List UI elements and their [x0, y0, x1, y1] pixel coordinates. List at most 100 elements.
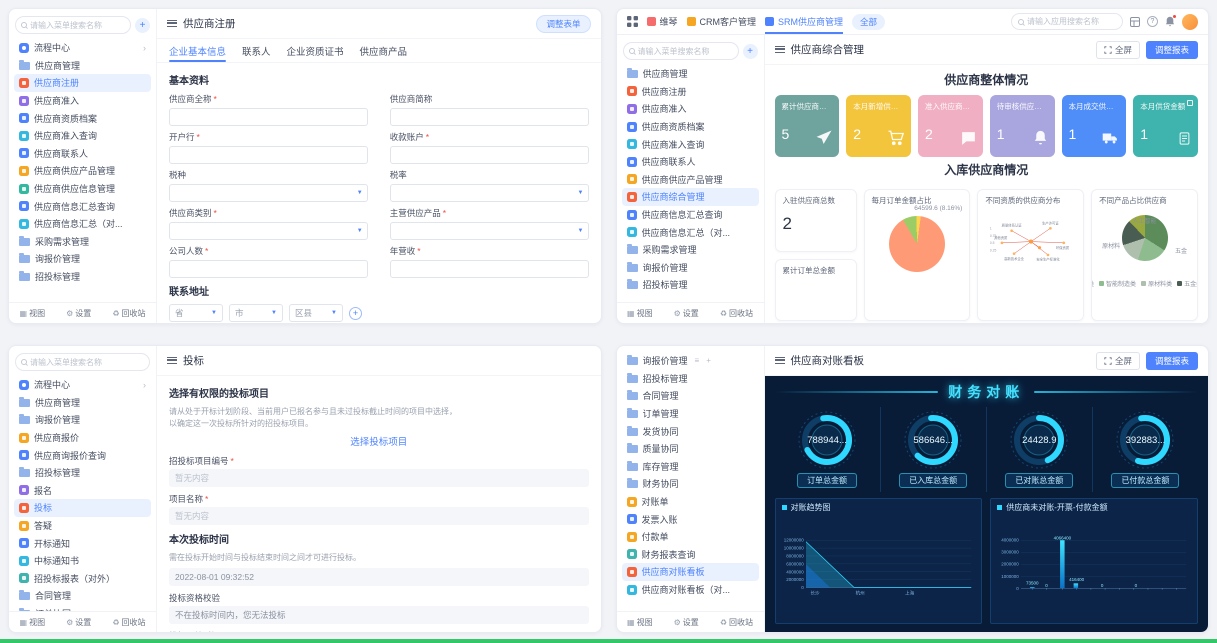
menu-toggle-icon[interactable]: [775, 357, 785, 364]
menu-toggle-icon[interactable]: [167, 20, 177, 27]
add-menu-button[interactable]: +: [135, 18, 150, 33]
tab-contacts[interactable]: 联系人: [242, 39, 271, 62]
revenue-input[interactable]: [390, 260, 589, 278]
sidebar-group-inquiry[interactable]: 询报价管理: [622, 259, 759, 277]
menu-search-input[interactable]: [30, 358, 144, 367]
sidebar-group-inventory[interactable]: 库存管理: [622, 458, 759, 476]
sidebar-item[interactable]: 财务报表查询: [622, 546, 759, 564]
help-icon[interactable]: ?: [1147, 16, 1158, 27]
sidebar-item[interactable]: 报名: [14, 482, 151, 500]
sidebar-group-order[interactable]: 订单管理: [622, 405, 759, 423]
sidebar-group-bidding[interactable]: 招投标管理: [622, 370, 759, 388]
sidebar-item[interactable]: 供应商联系人: [14, 145, 151, 163]
avatar[interactable]: [1182, 14, 1198, 30]
sidebar-item[interactable]: 供应商报价: [14, 429, 151, 447]
sidebar-item-bid[interactable]: 投标: [14, 499, 151, 517]
sidebar-group-inquiry[interactable]: 询报价管理: [14, 411, 151, 429]
settings-button[interactable]: ⚙设置: [674, 308, 699, 319]
sidebar-item[interactable]: 供应商供应产品管理: [622, 171, 759, 189]
adjust-form-button[interactable]: 调整表单: [536, 15, 590, 33]
sidebar-group-supplier[interactable]: 供应商管理: [14, 394, 151, 412]
sidebar-group-supplier[interactable]: 供应商管理: [622, 65, 759, 83]
settings-button[interactable]: ⚙设置: [66, 308, 91, 319]
sidebar-item[interactable]: 供应商信息汇总查询: [622, 206, 759, 224]
sidebar-item[interactable]: 供应商资质档案: [14, 109, 151, 127]
sidebar-item[interactable]: 供应商询报价查询: [14, 446, 151, 464]
tax-type-select[interactable]: [169, 184, 368, 202]
tax-rate-select[interactable]: [390, 184, 589, 202]
sidebar-item[interactable]: 供应商信息汇总（对...: [14, 215, 151, 233]
views-button[interactable]: ▦视图: [20, 617, 46, 628]
sidebar-group-contract[interactable]: 合同管理: [14, 587, 151, 605]
sidebar-item[interactable]: 供应商信息汇总（对...: [622, 223, 759, 241]
sidebar-item[interactable]: 答疑: [14, 517, 151, 535]
supplier-shortname-input[interactable]: [390, 108, 589, 126]
sidebar-item[interactable]: 供应商供应信息管理: [14, 180, 151, 198]
menu-more-icon[interactable]: ≡: [695, 356, 700, 365]
sidebar-item-recon-board[interactable]: 供应商对账看板: [622, 563, 759, 581]
sidebar-item[interactable]: 供应商联系人: [622, 153, 759, 171]
menu-search-input[interactable]: [30, 21, 125, 30]
sidebar-group-finance[interactable]: 财务协同: [622, 475, 759, 493]
sidebar-item[interactable]: 招投标报表（对外）: [14, 570, 151, 588]
tab-basic-info[interactable]: 企业基本信息: [169, 39, 226, 62]
settings-button[interactable]: ⚙设置: [674, 617, 699, 628]
sidebar-item[interactable]: 付款单: [622, 528, 759, 546]
menu-add-icon[interactable]: +: [706, 356, 711, 365]
sidebar-item[interactable]: 供应商信息汇总查询: [14, 197, 151, 215]
sidebar-item[interactable]: 供应商准入: [14, 92, 151, 110]
menu-search-field[interactable]: [15, 353, 150, 371]
bell-icon[interactable]: [1165, 16, 1175, 27]
sidebar-item[interactable]: 供应商准入查询: [14, 127, 151, 145]
sidebar-group-purchase[interactable]: 采购需求管理: [622, 241, 759, 259]
sidebar-item[interactable]: 供应商注册: [622, 83, 759, 101]
adjust-report-button[interactable]: 调整报表: [1146, 41, 1198, 59]
choose-project-link[interactable]: 选择投标项目: [169, 434, 589, 448]
sidebar-item[interactable]: 中标通知书: [14, 552, 151, 570]
views-button[interactable]: ▦视图: [627, 308, 653, 319]
sidebar-group-inquiry[interactable]: 询报价管理≡+: [622, 352, 759, 370]
app-search-field[interactable]: [1011, 13, 1123, 30]
supplier-fullname-input[interactable]: [169, 108, 368, 126]
recycle-button[interactable]: ♻回收站: [720, 617, 753, 628]
sidebar-group-inquiry[interactable]: 询报价管理: [14, 250, 151, 268]
sidebar-item-process-center[interactable]: 流程中心›: [14, 39, 151, 57]
menu-toggle-icon[interactable]: [167, 357, 177, 364]
add-region-button[interactable]: +: [349, 307, 362, 320]
sidebar-group-bidding[interactable]: 招投标管理: [622, 276, 759, 294]
sidebar-item[interactable]: 开标通知: [14, 534, 151, 552]
sidebar-item-supplier-overview[interactable]: 供应商综合管理: [622, 188, 759, 206]
sidebar-item-process-center[interactable]: 流程中心›: [14, 376, 151, 394]
apps-grid-icon[interactable]: [627, 16, 638, 27]
district-select[interactable]: 区县▼: [289, 304, 343, 322]
tab-products[interactable]: 供应商产品: [360, 39, 408, 62]
app-tab-workspace[interactable]: 维琴: [647, 9, 678, 34]
fullscreen-button[interactable]: 全屏: [1096, 352, 1140, 370]
sidebar-item[interactable]: 供应商准入查询: [622, 135, 759, 153]
menu-search-field[interactable]: [623, 42, 739, 60]
sidebar-item[interactable]: 发票入账: [622, 510, 759, 528]
sidebar-item[interactable]: 供应商资质档案: [622, 118, 759, 136]
sidebar-group-purchase[interactable]: 采购需求管理: [14, 233, 151, 251]
views-button[interactable]: ▦视图: [627, 617, 653, 628]
sidebar-item[interactable]: 供应商准入: [622, 100, 759, 118]
settings-button[interactable]: ⚙设置: [66, 617, 91, 628]
supplier-category-select[interactable]: [169, 222, 368, 240]
sidebar-group-shipping[interactable]: 发货协同: [622, 422, 759, 440]
province-select[interactable]: 省▼: [169, 304, 223, 322]
sidebar-item[interactable]: 供应商供应产品管理: [14, 162, 151, 180]
recycle-button[interactable]: ♻回收站: [112, 308, 145, 319]
views-button[interactable]: ▦视图: [20, 308, 46, 319]
sidebar-item[interactable]: 对账单: [622, 493, 759, 511]
menu-search-field[interactable]: [15, 16, 131, 34]
sidebar-group-contract[interactable]: 合同管理: [622, 387, 759, 405]
sidebar-group-supplier[interactable]: 供应商管理: [14, 57, 151, 75]
menu-search-input[interactable]: [638, 47, 733, 56]
sidebar-group-bidding[interactable]: 招投标管理: [14, 268, 151, 286]
tab-certificates[interactable]: 企业资质证书: [287, 39, 344, 62]
all-apps-button[interactable]: 全部: [852, 14, 885, 30]
app-tab-crm[interactable]: CRM客户管理: [687, 9, 757, 34]
headcount-input[interactable]: [169, 260, 368, 278]
adjust-report-button[interactable]: 调整报表: [1146, 352, 1198, 370]
window-grid-icon[interactable]: [1130, 17, 1140, 27]
